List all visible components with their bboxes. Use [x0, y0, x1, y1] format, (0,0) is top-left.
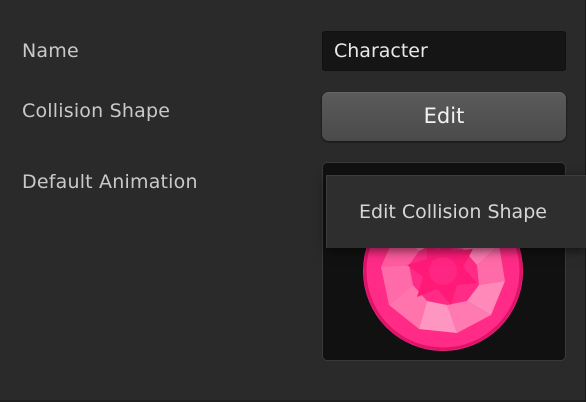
collision-shape-label: Collision Shape	[22, 100, 171, 122]
menu-item-edit-collision-shape[interactable]: Edit Collision Shape	[327, 176, 586, 249]
name-field[interactable]	[322, 31, 566, 71]
inspector-panel: Name Collision Shape Edit Default Animat…	[0, 0, 586, 402]
name-label: Name	[22, 40, 79, 62]
context-menu: Edit Collision Shape	[326, 175, 586, 248]
default-animation-label: Default Animation	[22, 171, 198, 193]
edit-collision-button[interactable]: Edit	[322, 92, 566, 141]
